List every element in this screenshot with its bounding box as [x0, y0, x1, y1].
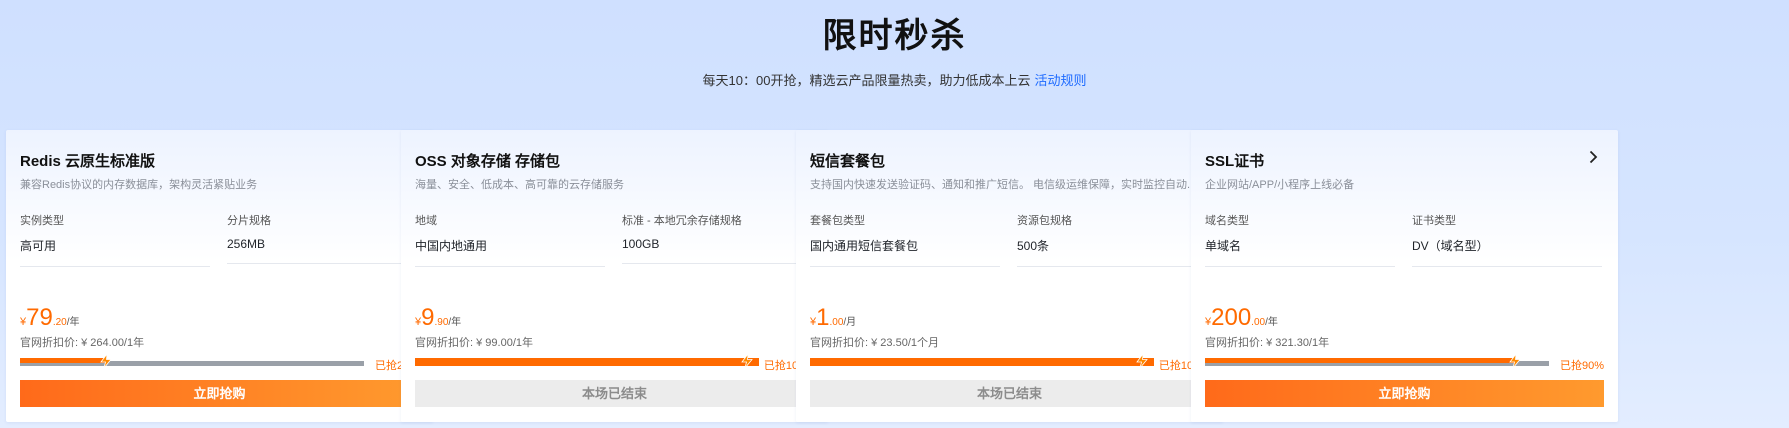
product-card-oss[interactable]: OSS 对象存储 存储包 海量、安全、低成本、高可靠的云存储服务 地域 中国内地… [401, 130, 828, 422]
spec-label: 域名类型 [1205, 215, 1249, 227]
price-unit: /月 [843, 317, 857, 328]
card-title[interactable]: Redis 云原生标准版 [20, 150, 419, 171]
spec-value: 100GB [622, 237, 812, 264]
spec-right: 资源包规格 500条 [1017, 212, 1207, 267]
spec-right: 分片规格 256MB [227, 212, 417, 264]
price-decimal: .00 [829, 317, 844, 328]
spec-value: 高可用 [20, 237, 210, 267]
price-decimal: .90 [434, 317, 449, 328]
spec-value: 256MB [227, 237, 417, 264]
product-card-list: Redis 云原生标准版 兼容Redis协议的内存数据库，架构灵活紧贴业务 实例… [6, 130, 1786, 422]
card-title[interactable]: 短信套餐包 [810, 150, 1209, 171]
sale-price: ¥1.00/月 [810, 304, 856, 332]
progress-fill [1205, 358, 1515, 363]
progress-fill [20, 358, 106, 363]
card-title[interactable]: OSS 对象存储 存储包 [415, 150, 814, 171]
sale-progress: 已抢100% [810, 352, 1209, 372]
sale-price: ¥9.90/年 [415, 304, 461, 332]
price-unit: /年 [448, 317, 462, 328]
product-card-ssl[interactable]: SSL证书 企业网站/APP/小程序上线必备 域名类型 单域名 证书类型 DV（… [1191, 130, 1618, 422]
product-card-sms[interactable]: 短信套餐包 支持国内快速发送验证码、通知和推广短信。 电信级运维保障，实时监控自… [796, 130, 1223, 422]
lightning-icon [1136, 352, 1148, 369]
spec-left: 域名类型 单域名 [1205, 212, 1395, 267]
original-price: 官网折扣价: ¥ 321.30/1年 [1205, 337, 1330, 349]
card-description: 支持国内快速发送验证码、通知和推广短信。 电信级运维保障，实时监控自动... [810, 179, 1197, 191]
sale-progress: 已抢25% [20, 352, 419, 372]
original-price: 官网折扣价: ¥ 23.50/1个月 [810, 337, 939, 349]
page-title: 限时秒杀 [822, 17, 967, 55]
lightning-icon [741, 352, 753, 369]
price-decimal: .20 [52, 317, 67, 328]
session-ended-button: 本场已结束 [415, 380, 814, 407]
spec-label: 分片规格 [227, 215, 271, 227]
subtitle-text: 每天10：00开抢，精选云产品限量热卖，助力低成本上云 [702, 73, 1031, 88]
card-title[interactable]: SSL证书 [1205, 150, 1604, 171]
sale-progress: 已抢100% [415, 352, 814, 372]
spec-left: 套餐包类型 国内通用短信套餐包 [810, 212, 1000, 267]
sale-price: ¥79.20/年 [20, 304, 80, 332]
spec-right: 标准 - 本地冗余存储规格 100GB [622, 212, 812, 264]
spec-label: 证书类型 [1412, 215, 1456, 227]
progress-fill [415, 358, 759, 363]
spec-value: 国内通用短信套餐包 [810, 237, 1000, 267]
price-unit: /年 [66, 317, 80, 328]
original-price: 官网折扣价: ¥ 99.00/1年 [415, 337, 533, 349]
lightning-icon [100, 352, 112, 369]
spec-value: DV（域名型） [1412, 237, 1602, 267]
card-description: 企业网站/APP/小程序上线必备 [1205, 179, 1355, 191]
spec-label: 资源包规格 [1017, 215, 1072, 227]
spec-value: 单域名 [1205, 237, 1395, 267]
lightning-icon [1509, 352, 1521, 369]
price-unit: /年 [1265, 317, 1278, 328]
sale-price: ¥200.00/年 [1205, 304, 1278, 332]
buy-now-button[interactable]: 立即抢购 [20, 380, 419, 407]
sale-progress: 已抢90% [1205, 352, 1604, 372]
spec-value: 500条 [1017, 237, 1207, 267]
card-header: OSS 对象存储 存储包 [415, 150, 814, 171]
spec-left: 实例类型 高可用 [20, 212, 210, 267]
progress-fill [810, 358, 1154, 363]
buy-now-button[interactable]: 立即抢购 [1205, 380, 1604, 407]
spec-left: 地域 中国内地通用 [415, 212, 605, 267]
price-integer: 9 [421, 304, 435, 331]
card-description: 海量、安全、低成本、高可靠的云存储服务 [415, 179, 624, 191]
session-ended-button: 本场已结束 [810, 380, 1209, 407]
price-integer: 79 [26, 304, 53, 331]
price-integer: 1 [816, 304, 830, 331]
price-integer: 200 [1211, 304, 1252, 331]
spec-label: 地域 [415, 215, 437, 227]
activity-rules-link[interactable]: 活动规则 [1034, 73, 1086, 88]
product-card-redis[interactable]: Redis 云原生标准版 兼容Redis协议的内存数据库，架构灵活紧贴业务 实例… [6, 130, 433, 422]
card-header: Redis 云原生标准版 [20, 150, 419, 171]
chevron-right-icon[interactable] [1584, 148, 1602, 166]
page-subtitle: 每天10：00开抢，精选云产品限量热卖，助力低成本上云 活动规则 [0, 70, 1789, 89]
spec-label: 实例类型 [20, 215, 64, 227]
spec-label: 标准 - 本地冗余存储规格 [622, 215, 742, 227]
price-decimal: .00 [1251, 317, 1266, 328]
original-price: 官网折扣价: ¥ 264.00/1年 [20, 337, 145, 349]
card-header: SSL证书 [1205, 150, 1604, 171]
spec-label: 套餐包类型 [810, 215, 865, 227]
spec-value: 中国内地通用 [415, 237, 605, 267]
spec-right: 证书类型 DV（域名型） [1412, 212, 1602, 267]
card-header: 短信套餐包 [810, 150, 1209, 171]
progress-text: 已抢90% [1559, 360, 1604, 372]
card-description: 兼容Redis协议的内存数据库，架构灵活紧贴业务 [20, 179, 258, 191]
